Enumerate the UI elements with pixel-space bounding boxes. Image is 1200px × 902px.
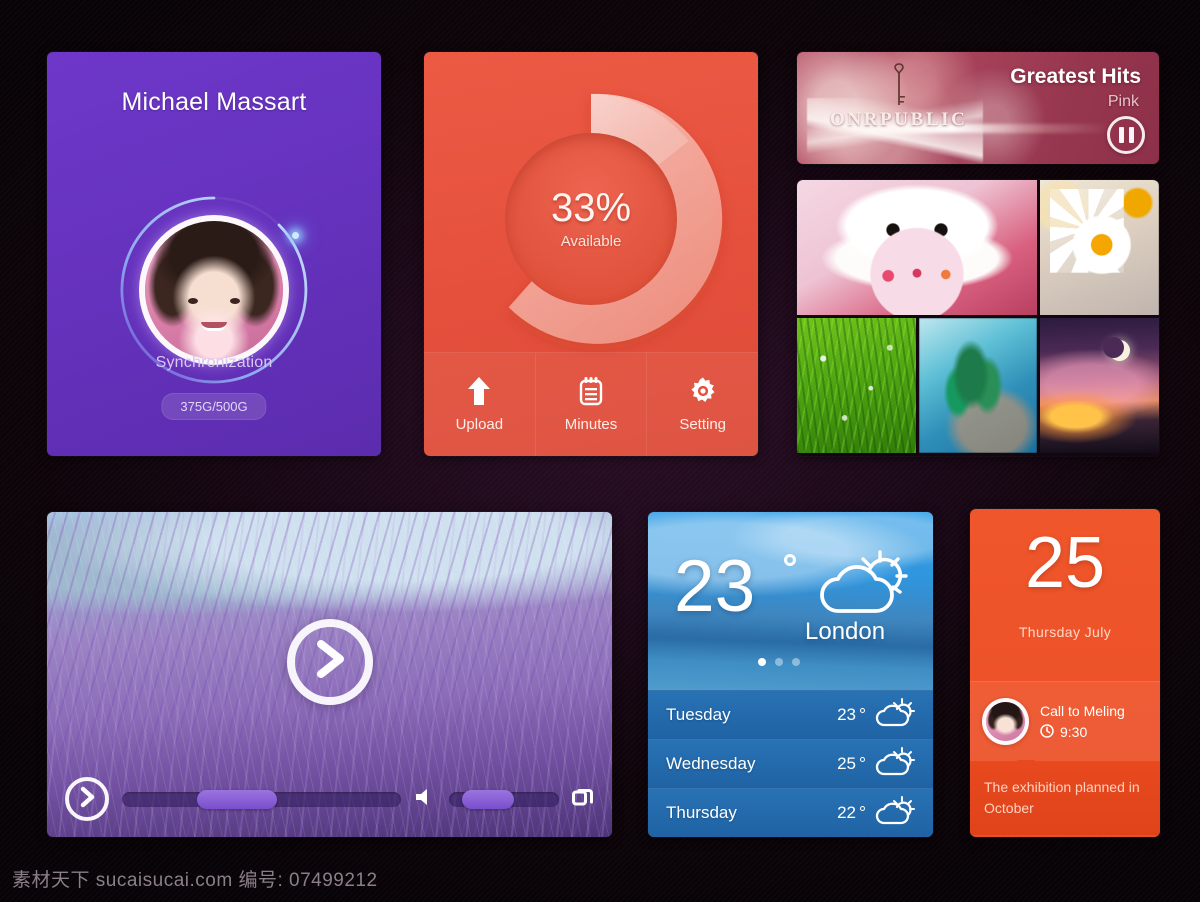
avatar[interactable] [139, 215, 289, 365]
pause-icon[interactable] [1107, 116, 1145, 154]
forecast-row[interactable]: Tuesday 23 [648, 690, 933, 739]
upload-button[interactable]: Upload [424, 353, 535, 456]
event-details: Call to Meling 9:30 [1040, 703, 1125, 741]
gallery-photo-blue-teal-plant[interactable] [918, 318, 1038, 453]
weather-page-dots[interactable] [758, 658, 800, 666]
storage-available-label: Available [560, 233, 622, 250]
setting-label: Setting [679, 416, 727, 433]
setting-button[interactable]: Setting [646, 353, 758, 456]
gallery-photo-crescent-moon-sunset[interactable] [1040, 318, 1159, 453]
profile-card[interactable]: Michael Massart Synchronization 375G/500… [47, 52, 381, 456]
profile-user-name: Michael Massart [121, 88, 307, 116]
calendar-event[interactable]: Call to Meling 9:30 [970, 681, 1160, 769]
source-watermark: 素材天下 sucaisucai.com 编号: 07499212 [12, 870, 378, 891]
storage-action-bar: Upload Minutes Setting [424, 352, 758, 456]
key-icon [894, 63, 905, 105]
calendar-note: The exhibition planned in October [970, 761, 1160, 835]
minutes-button[interactable]: Minutes [534, 353, 647, 456]
current-temperature: 23 [674, 546, 756, 627]
upload-label: Upload [455, 416, 504, 433]
avatar-eye-left [187, 298, 198, 305]
play-chevron-icon [78, 786, 96, 813]
degree-symbol [860, 707, 865, 713]
crescent-moon-icon [1103, 336, 1131, 361]
volume-slider[interactable] [449, 789, 559, 809]
degree-symbol [860, 756, 865, 762]
gallery-photo-white-puppy-in-cup[interactable] [797, 180, 1038, 315]
weather-current-panel: 23 London [648, 512, 933, 690]
event-title: Call to Meling [1040, 702, 1125, 719]
partly-cloudy-icon [875, 795, 915, 831]
page-dot-3[interactable] [792, 658, 800, 666]
donut-center-label: 33% Available [505, 133, 677, 305]
forecast-temp: 25 [837, 754, 856, 773]
partly-cloudy-icon [814, 549, 910, 622]
avatar-photo [145, 221, 283, 359]
play-button[interactable] [65, 777, 109, 821]
weather-city: London [805, 618, 886, 645]
clock-icon [1040, 723, 1054, 741]
avatar-photo [986, 702, 1025, 741]
pause-bar-left [1118, 127, 1124, 143]
weather-card[interactable]: 23 London Tuesday 23 Wednesday 25 Thursd… [648, 512, 933, 837]
calendar-card[interactable]: 25 Thursday July Call to Meling 9:30 The… [970, 509, 1160, 837]
speaker-icon[interactable] [414, 787, 436, 812]
play-chevron-icon [313, 639, 347, 684]
storage-card[interactable]: 33% Available Upload Minutes Setting [424, 52, 758, 456]
plant-photo [918, 318, 1038, 453]
minutes-label: Minutes [564, 416, 618, 433]
daisy-photo [1040, 180, 1159, 315]
page-dot-2[interactable] [775, 658, 783, 666]
partly-cloudy-icon [875, 697, 915, 733]
dashboard-stage: Michael Massart Synchronization 375G/500… [0, 0, 1200, 902]
avatar-mouth [201, 321, 227, 331]
grass-photo [797, 318, 916, 453]
photo-gallery-card[interactable] [797, 180, 1159, 456]
partly-cloudy-icon [875, 746, 915, 782]
forecast-row[interactable]: Thursday 22 [648, 788, 933, 837]
fullscreen-icon[interactable] [572, 786, 594, 813]
forecast-day: Wednesday [666, 754, 756, 773]
sync-progress-dot [292, 232, 299, 239]
forecast-day: Thursday [666, 803, 737, 822]
music-player-card[interactable]: ONRPUBLIC Greatest Hits Pink [797, 52, 1159, 164]
calendar-weekday-month: Thursday July [1018, 624, 1112, 640]
event-notch [1017, 760, 1035, 769]
gallery-photo-white-daisy-flower[interactable] [1040, 180, 1159, 315]
video-progress-thumb[interactable] [197, 789, 278, 809]
video-player-card[interactable] [47, 512, 612, 837]
avatar[interactable] [982, 698, 1029, 745]
event-time-row: 9:30 [1040, 723, 1125, 741]
forecast-row[interactable]: Wednesday 25 [648, 739, 933, 788]
puppy-photo [797, 180, 1038, 315]
storage-donut-chart: 33% Available [446, 74, 736, 364]
calendar-day-number: 25 [1024, 523, 1106, 603]
gallery-photo-dewy-green-grass[interactable] [797, 318, 916, 453]
track-title: Greatest Hits [1010, 65, 1141, 88]
pause-bar-right [1128, 127, 1134, 143]
storage-percent: 33% [550, 186, 632, 230]
storage-quota-badge: 375G/500G [161, 393, 267, 420]
gear-icon [688, 376, 718, 406]
sunset-photo [1040, 318, 1159, 453]
video-control-bar [47, 761, 612, 837]
page-dot-1[interactable] [758, 658, 766, 666]
volume-thumb[interactable] [462, 789, 515, 809]
degree-symbol [784, 554, 796, 566]
play-button-overlay[interactable] [286, 618, 373, 705]
video-progress-slider[interactable] [122, 789, 401, 809]
album-watermark: ONRPUBLIC [830, 109, 968, 130]
avatar-eye-right [230, 298, 241, 305]
track-artist: Pink [1107, 93, 1139, 110]
sync-status-label: Synchronization [155, 354, 273, 371]
forecast-day: Tuesday [666, 705, 731, 724]
forecast-temp: 22 [837, 803, 856, 822]
event-time: 9:30 [1060, 724, 1088, 740]
forecast-temp: 23 [837, 705, 856, 724]
notepad-icon [578, 376, 604, 406]
degree-symbol [860, 805, 865, 811]
calendar-date-panel: 25 Thursday July [970, 509, 1160, 681]
upload-arrow-icon [466, 376, 492, 406]
